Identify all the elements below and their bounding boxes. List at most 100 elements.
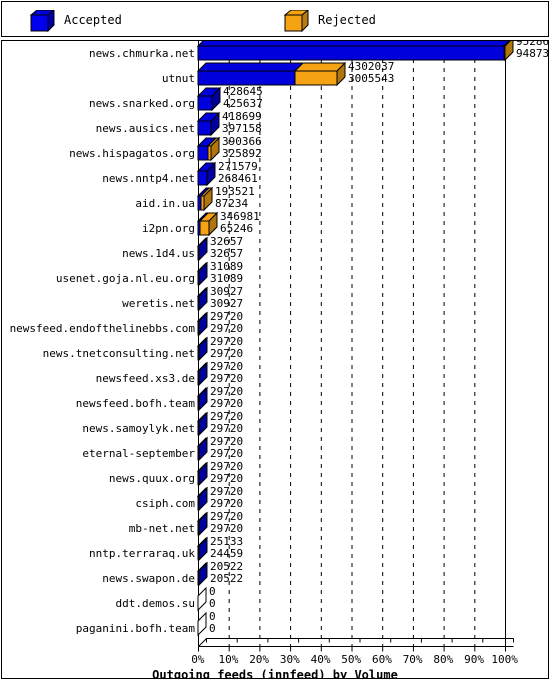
bar-weretis.net xyxy=(196,286,209,312)
value-total: 32657 xyxy=(210,235,244,248)
value-accepted: 29720 xyxy=(210,422,244,435)
chart-page: Accepted Rejected news.chmurka.net utnut n… xyxy=(0,0,550,680)
value-total: 29720 xyxy=(210,410,244,423)
value-total: 25133 xyxy=(210,535,244,548)
bar-newsfeed.endofthelinebbs.com xyxy=(196,311,209,337)
chart-area: news.chmurka.net utnut news.snarked.org new… xyxy=(1,40,549,679)
bar-news.tnetconsulting.net xyxy=(196,336,209,362)
value-accepted: 3005543 xyxy=(348,72,395,85)
value-accepted: 29720 xyxy=(210,397,244,410)
legend-item-accepted: Accepted xyxy=(30,8,122,32)
category-label: newsfeed.endofthelinebbs.com xyxy=(9,322,195,335)
x-tick-80%: 80% xyxy=(433,653,454,666)
value-accepted: 29720 xyxy=(210,347,244,360)
value-accepted: 29720 xyxy=(210,522,244,535)
bar-aid.in.ua xyxy=(196,186,214,212)
cube-icon-accepted xyxy=(30,10,55,32)
category-label: news.tnetconsulting.net xyxy=(42,347,195,360)
x-tick-30%: 30% xyxy=(279,653,300,666)
value-total: 193521 xyxy=(215,185,255,198)
value-total: 4302037 xyxy=(348,60,395,73)
value-total: 29720 xyxy=(210,460,244,473)
category-label: news.swapon.de xyxy=(102,572,195,585)
category-label: news.nntp4.net xyxy=(102,172,195,185)
value-total: 20522 xyxy=(210,560,244,573)
x-tick-20%: 20% xyxy=(249,653,270,666)
value-total: 30927 xyxy=(210,285,244,298)
bar-eternal-september xyxy=(196,436,209,462)
value-total: 29720 xyxy=(210,510,244,523)
value-accepted: 0 xyxy=(209,622,216,635)
bar-utnut xyxy=(196,61,347,87)
value-accepted: 29720 xyxy=(210,447,244,460)
cube-icon-rejected xyxy=(284,10,309,32)
bar-news.chmurka.net xyxy=(196,41,514,62)
legend-label-accepted: Accepted xyxy=(64,13,122,27)
value-total: 31089 xyxy=(210,260,244,273)
value-accepted: 29720 xyxy=(210,497,244,510)
value-accepted: 268461 xyxy=(218,172,258,185)
value-accepted: 397158 xyxy=(222,122,262,135)
chart-x-axis-title: Outgoing feeds (innfeed) by Volume xyxy=(152,668,398,679)
value-accepted: 20522 xyxy=(210,572,244,585)
x-tick-70%: 70% xyxy=(402,653,423,666)
category-label: news.hispagatos.org xyxy=(69,147,195,160)
category-label: aid.in.ua xyxy=(135,197,195,210)
value-accepted: 9487382 xyxy=(516,47,549,60)
bar-news.nntp4.net xyxy=(196,161,217,187)
value-total: 29720 xyxy=(210,360,244,373)
bar-i2pn.org xyxy=(196,211,219,237)
category-label: news.1d4.us xyxy=(122,247,195,260)
category-label: news.chmurka.net xyxy=(89,47,195,60)
category-label: weretis.net xyxy=(122,297,195,310)
chart-legend: Accepted Rejected xyxy=(1,1,549,37)
x-tick-90%: 90% xyxy=(464,653,484,666)
value-accepted: 29720 xyxy=(210,472,244,485)
bar-news.ausics.net xyxy=(196,111,221,137)
value-accepted: 425637 xyxy=(223,97,263,110)
category-label: i2pn.org xyxy=(142,222,195,235)
category-label: utnut xyxy=(161,72,195,85)
value-total: 29720 xyxy=(210,335,244,348)
value-total: 271579 xyxy=(218,160,258,173)
category-label: ddt.demos.su xyxy=(115,597,195,610)
x-tick-100%: 100% xyxy=(491,653,518,666)
value-total: 0 xyxy=(209,585,216,598)
bar-usenet.goja.nl.eu.org xyxy=(196,261,209,287)
value-total: 29720 xyxy=(210,310,244,323)
category-label: news.quux.org xyxy=(108,472,195,485)
value-accepted: 0 xyxy=(209,597,216,610)
bar-news.hispagatos.org xyxy=(196,136,221,162)
category-label: usenet.goja.nl.eu.org xyxy=(55,272,195,285)
x-tick-10%: 10% xyxy=(218,653,239,666)
value-accepted: 65246 xyxy=(220,222,254,235)
value-total: 390366 xyxy=(222,135,262,148)
value-accepted: 32657 xyxy=(210,247,244,260)
bar-newsfeed.bofh.team xyxy=(196,386,209,412)
category-label: news.ausics.net xyxy=(95,122,195,135)
bar-news.swapon.de xyxy=(196,561,209,587)
value-total: 0 xyxy=(209,610,216,623)
bar-mb-net.net xyxy=(196,511,209,537)
category-label: newsfeed.xs3.de xyxy=(95,372,195,385)
value-total: 29720 xyxy=(210,435,244,448)
bar-nntp.terraraq.uk xyxy=(196,536,209,562)
legend-label-rejected: Rejected xyxy=(318,13,376,27)
value-total: 346981 xyxy=(220,210,260,223)
legend-item-rejected: Rejected xyxy=(284,8,376,32)
value-accepted: 325892 xyxy=(222,147,262,160)
x-tick-40%: 40% xyxy=(310,653,331,666)
category-label: nntp.terraraq.uk xyxy=(89,547,195,560)
bar-paganini.bofh.team xyxy=(197,611,207,637)
value-accepted: 29720 xyxy=(210,322,244,335)
value-accepted: 87234 xyxy=(215,197,249,210)
bar-news.1d4.us xyxy=(196,236,209,262)
category-label: csiph.com xyxy=(135,497,195,510)
bar-news.snarked.org xyxy=(196,86,222,112)
bar-csiph.com xyxy=(196,486,209,512)
category-label: mb-net.net xyxy=(128,522,195,535)
bar-ddt.demos.su xyxy=(197,586,207,612)
x-tick-60%: 60% xyxy=(372,653,392,666)
value-total: 418699 xyxy=(222,110,262,123)
plot-canvas: news.chmurka.net utnut news.snarked.org new… xyxy=(2,41,548,678)
